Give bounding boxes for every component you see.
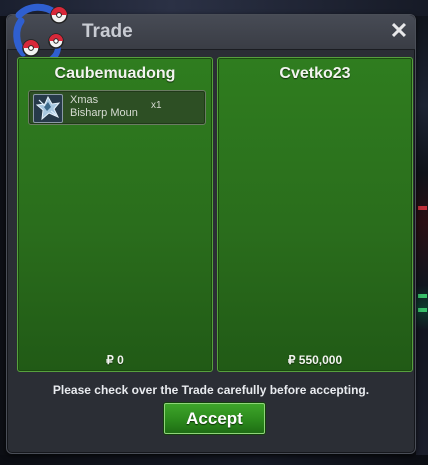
trade-panel-self: Caubemuadong Xmas Bisharp Moun x1 ₽ 0 bbox=[17, 57, 213, 372]
game-backdrop-bottom bbox=[0, 455, 428, 465]
bisharp-mount-icon bbox=[33, 94, 63, 123]
money-amount: ₽ 0 bbox=[106, 353, 124, 367]
player-name: Cvetko23 bbox=[279, 65, 351, 82]
close-button[interactable]: ✕ bbox=[389, 20, 409, 42]
backdrop-marker bbox=[418, 206, 427, 210]
accept-button[interactable]: Accept bbox=[164, 403, 265, 434]
window-title: Trade bbox=[82, 21, 133, 42]
backdrop-marker bbox=[418, 294, 427, 298]
backdrop-marker bbox=[418, 308, 427, 312]
item-quantity: x1 bbox=[151, 100, 162, 111]
game-backdrop-right bbox=[416, 16, 428, 465]
trade-panel-partner: Cvetko23 ₽ 550,000 bbox=[217, 57, 413, 372]
trade-window: Trade ✕ Caubemuadong Xmas Bisharp Moun x… bbox=[6, 3, 416, 454]
trade-notice: Please check over the Trade carefully be… bbox=[52, 383, 370, 397]
trade-item-slot[interactable]: Xmas Bisharp Moun x1 bbox=[28, 90, 206, 125]
player-name: Caubemuadong bbox=[54, 65, 176, 82]
money-amount: ₽ 550,000 bbox=[287, 353, 343, 367]
